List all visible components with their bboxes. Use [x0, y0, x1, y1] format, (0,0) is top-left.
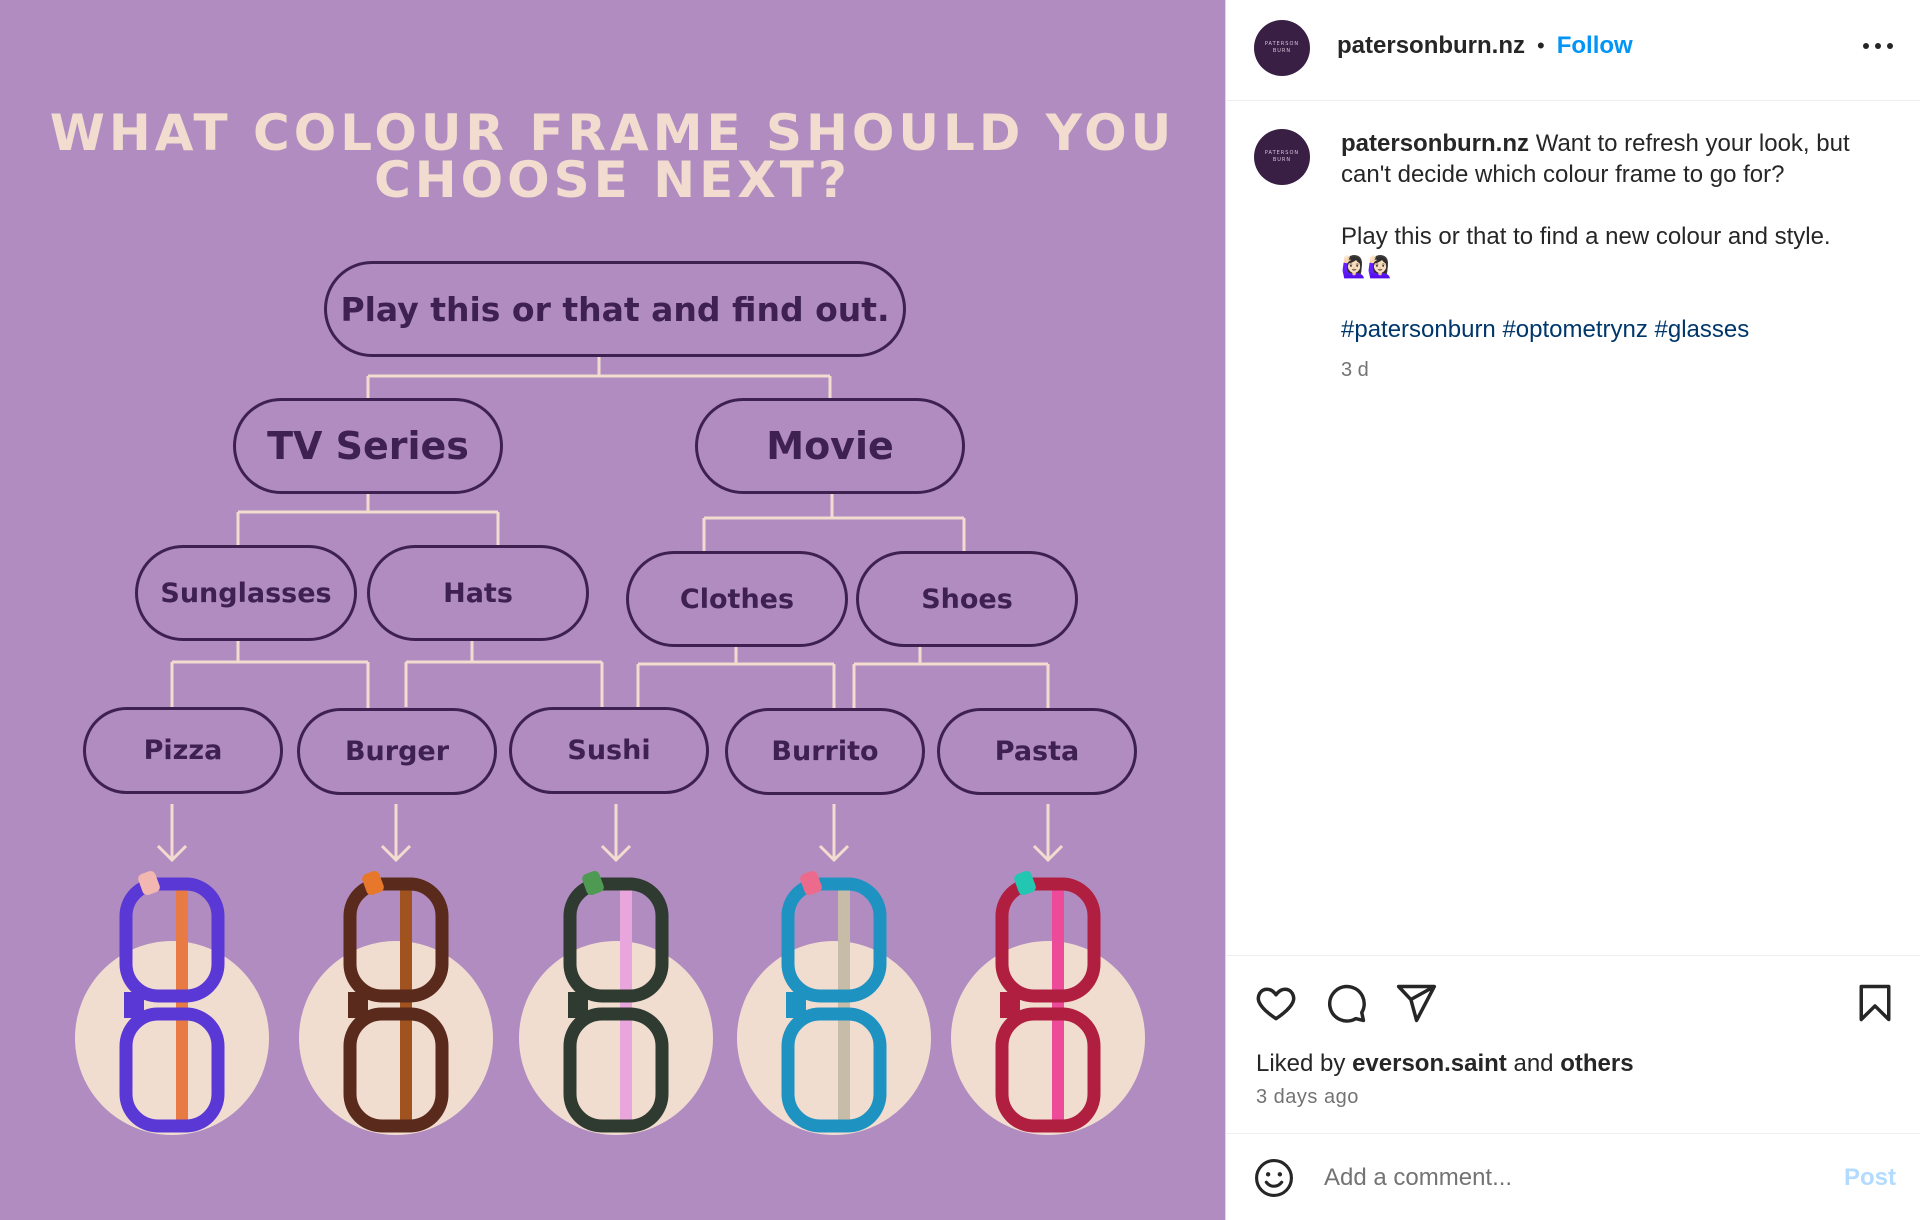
caption-username[interactable]: patersonburn.nz [1341, 130, 1529, 157]
post-timestamp[interactable]: 3 days ago [1256, 1086, 1359, 1109]
caption-text-2: Play this or that to find a new colour a… [1341, 223, 1831, 250]
node-label: Sushi [567, 735, 651, 766]
separator-dot: • [1537, 33, 1545, 58]
avatar[interactable]: PATERSON BURN [1254, 20, 1310, 76]
post-comment-button[interactable]: Post [1844, 1164, 1896, 1192]
node-label: Hats [443, 577, 513, 609]
down-arrow-icon [600, 804, 632, 863]
down-arrow-icon [156, 804, 188, 863]
node-burger: Burger [297, 708, 497, 795]
node-tv-series: TV Series [233, 398, 503, 494]
post-sidebar: PATERSON BURN patersonburn.nz • Follow P… [1225, 0, 1920, 1220]
avatar-text: BURN [1272, 157, 1292, 163]
node-label: TV Series [267, 424, 469, 468]
node-sunglasses: Sunglasses [135, 545, 357, 641]
caption-emoji: 🙋🏻‍♀️🙋🏻‍♀️ [1341, 255, 1394, 279]
post-header: PATERSON BURN patersonburn.nz • Follow [1226, 0, 1920, 101]
node-hats: Hats [367, 545, 589, 641]
comment-icon[interactable] [1324, 981, 1368, 1025]
caption-age[interactable]: 3 d [1341, 355, 1896, 386]
share-icon[interactable] [1394, 981, 1438, 1025]
comment-input[interactable] [1324, 1156, 1794, 1200]
likes-mid: and [1513, 1050, 1554, 1077]
node-label: Sunglasses [160, 577, 332, 609]
hashtag-link[interactable]: #patersonburn [1341, 316, 1496, 343]
caption-avatar[interactable]: PATERSON BURN [1254, 129, 1310, 185]
hashtag-link[interactable]: #glasses [1655, 316, 1750, 343]
node-sushi: Sushi [509, 707, 709, 794]
likes-summary: Liked by everson.saint and others [1256, 1050, 1634, 1078]
node-clothes: Clothes [626, 551, 848, 647]
down-arrow-icon [380, 804, 412, 863]
heart-icon[interactable] [1254, 981, 1298, 1025]
headline-line-2: CHOOSE NEXT? [374, 151, 851, 209]
post-caption: patersonburn.nz Want to refresh your loo… [1341, 128, 1896, 386]
node-label: Pizza [143, 735, 223, 766]
likes-prefix: Liked by [1256, 1050, 1346, 1077]
node-pasta: Pasta [937, 708, 1137, 795]
node-label: Clothes [679, 583, 795, 615]
hashtag-link[interactable]: #optometrynz [1502, 316, 1647, 343]
avatar-text: PATERSON [1264, 41, 1300, 47]
down-arrow-icon [818, 804, 850, 863]
node-label: Pasta [994, 736, 1080, 767]
node-label: Shoes [921, 583, 1013, 615]
hashtag-list: #patersonburn #optometrynz #glasses [1341, 314, 1896, 345]
more-options-icon[interactable] [1863, 36, 1893, 56]
node-label: Burrito [771, 736, 879, 767]
root-node: Play this or that and find out. [324, 261, 906, 357]
down-arrow-icon [1032, 804, 1064, 863]
bookmark-icon[interactable] [1853, 981, 1897, 1025]
comment-bar: Post [1226, 1133, 1920, 1220]
node-label: Movie [766, 424, 894, 468]
follow-button[interactable]: Follow [1557, 32, 1633, 60]
node-movie: Movie [695, 398, 965, 494]
avatar-text: PATERSON [1264, 150, 1300, 156]
likes-others-link[interactable]: others [1560, 1050, 1633, 1077]
node-burrito: Burrito [725, 708, 925, 795]
root-node-label: Play this or that and find out. [340, 289, 890, 329]
emoji-icon[interactable] [1252, 1156, 1296, 1200]
node-shoes: Shoes [856, 551, 1078, 647]
avatar-text: BURN [1272, 48, 1292, 54]
header-username[interactable]: patersonburn.nz [1337, 32, 1525, 60]
node-label: Burger [344, 736, 450, 767]
liked-user-link[interactable]: everson.saint [1352, 1050, 1507, 1077]
node-pizza: Pizza [83, 707, 283, 794]
post-image[interactable]: WHAT COLOUR FRAME SHOULD YOU CHOOSE NEXT… [0, 0, 1225, 1220]
